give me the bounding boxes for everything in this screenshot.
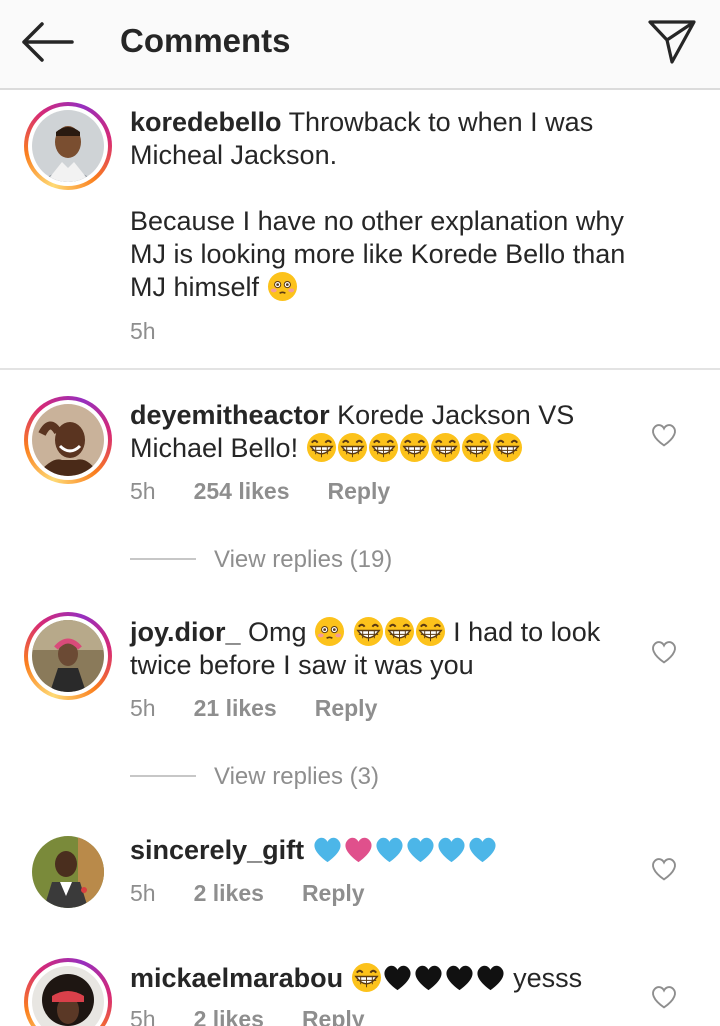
comment-time: 5h	[130, 695, 156, 721]
comment-text: mickaelmarabou yesss	[130, 962, 650, 995]
caption-username[interactable]: koredebello	[130, 107, 282, 137]
like-heart-icon[interactable]	[650, 856, 678, 882]
view-replies-button[interactable]: View replies (19)	[214, 546, 392, 574]
likes-count[interactable]: 21 likes	[194, 695, 277, 721]
like-heart-icon[interactable]	[650, 984, 678, 1010]
avatar-sincerely-gift[interactable]	[32, 836, 104, 908]
page-title: Comments	[120, 22, 291, 59]
reply-button[interactable]: Reply	[328, 478, 391, 504]
like-heart-icon[interactable]	[650, 422, 678, 448]
top-bar: Comments	[0, 0, 720, 90]
likes-count[interactable]: 254 likes	[194, 478, 290, 504]
comment-meta: 5h 2 likes Reply	[130, 880, 403, 907]
comment-username[interactable]: sincerely_gift	[130, 835, 304, 865]
comment-body-start: Omg	[248, 617, 307, 647]
paper-plane-icon	[648, 20, 696, 64]
comment-meta: 5h 254 likes Reply	[130, 478, 428, 505]
comment-time: 5h	[130, 1006, 156, 1026]
flushed-emoji-icon	[314, 616, 345, 647]
comment-text: sincerely_gift	[130, 834, 650, 867]
grinning-squint-emoji-icon	[399, 432, 430, 463]
black-heart-icon	[382, 962, 413, 993]
likes-count[interactable]: 2 likes	[194, 1006, 264, 1026]
replies-divider	[130, 775, 196, 777]
grinning-squint-emoji-icon	[492, 432, 523, 463]
back-button[interactable]	[18, 18, 76, 66]
caption-meta: 5h	[130, 318, 194, 345]
comment-text: joy.dior_ Omg I had to look twice before…	[130, 616, 650, 682]
blue-heart-icon	[312, 834, 343, 865]
grinning-squint-emoji-icon	[415, 616, 446, 647]
grinning-squint-emoji-icon	[461, 432, 492, 463]
grinning-squint-emoji-icon	[353, 616, 384, 647]
view-replies-button[interactable]: View replies (3)	[214, 763, 379, 791]
grinning-squint-emoji-icon	[368, 432, 399, 463]
comment-meta: 5h 21 likes Reply	[130, 695, 415, 722]
comment-username[interactable]: joy.dior_	[130, 617, 241, 647]
grinning-squint-emoji-icon	[306, 432, 337, 463]
pink-heart-icon	[343, 834, 374, 865]
likes-count[interactable]: 2 likes	[194, 880, 264, 906]
caption: koredebello Throwback to when I was Mich…	[0, 90, 720, 370]
comment-username[interactable]: mickaelmarabou	[130, 963, 343, 993]
like-heart-icon[interactable]	[650, 639, 678, 665]
caption-text: koredebello Throwback to when I was Mich…	[130, 106, 650, 304]
caption-line2: Because I have no other explanation why …	[130, 206, 626, 302]
flushed-emoji-icon	[267, 271, 298, 302]
blue-heart-icon	[436, 834, 467, 865]
blue-heart-icon	[374, 834, 405, 865]
black-heart-icon	[413, 962, 444, 993]
arrow-left-icon	[22, 22, 74, 62]
share-button[interactable]	[644, 14, 700, 68]
avatar-joy-dior[interactable]	[24, 612, 112, 700]
comment-body: yesss	[513, 963, 583, 993]
comment-text: deyemitheactor Korede Jackson VS Michael…	[130, 399, 650, 465]
avatar-koredebello[interactable]	[24, 102, 112, 190]
grinning-squint-emoji-icon	[351, 962, 382, 993]
reply-button[interactable]: Reply	[302, 1006, 365, 1026]
avatar-deyemitheactor[interactable]	[24, 396, 112, 484]
black-heart-icon	[475, 962, 506, 993]
black-heart-icon	[444, 962, 475, 993]
blue-heart-icon	[467, 834, 498, 865]
blue-heart-icon	[405, 834, 436, 865]
replies-divider	[130, 558, 196, 560]
comment-time: 5h	[130, 880, 156, 906]
reply-button[interactable]: Reply	[315, 695, 378, 721]
comment-meta: 5h 2 likes Reply	[130, 1006, 403, 1026]
comment-username[interactable]: deyemitheactor	[130, 400, 330, 430]
grinning-squint-emoji-icon	[384, 616, 415, 647]
reply-button[interactable]: Reply	[302, 880, 365, 906]
comment-time: 5h	[130, 478, 156, 504]
avatar-mickaelmarabou[interactable]	[24, 958, 112, 1026]
grinning-squint-emoji-icon	[430, 432, 461, 463]
grinning-squint-emoji-icon	[337, 432, 368, 463]
caption-time: 5h	[130, 318, 156, 344]
